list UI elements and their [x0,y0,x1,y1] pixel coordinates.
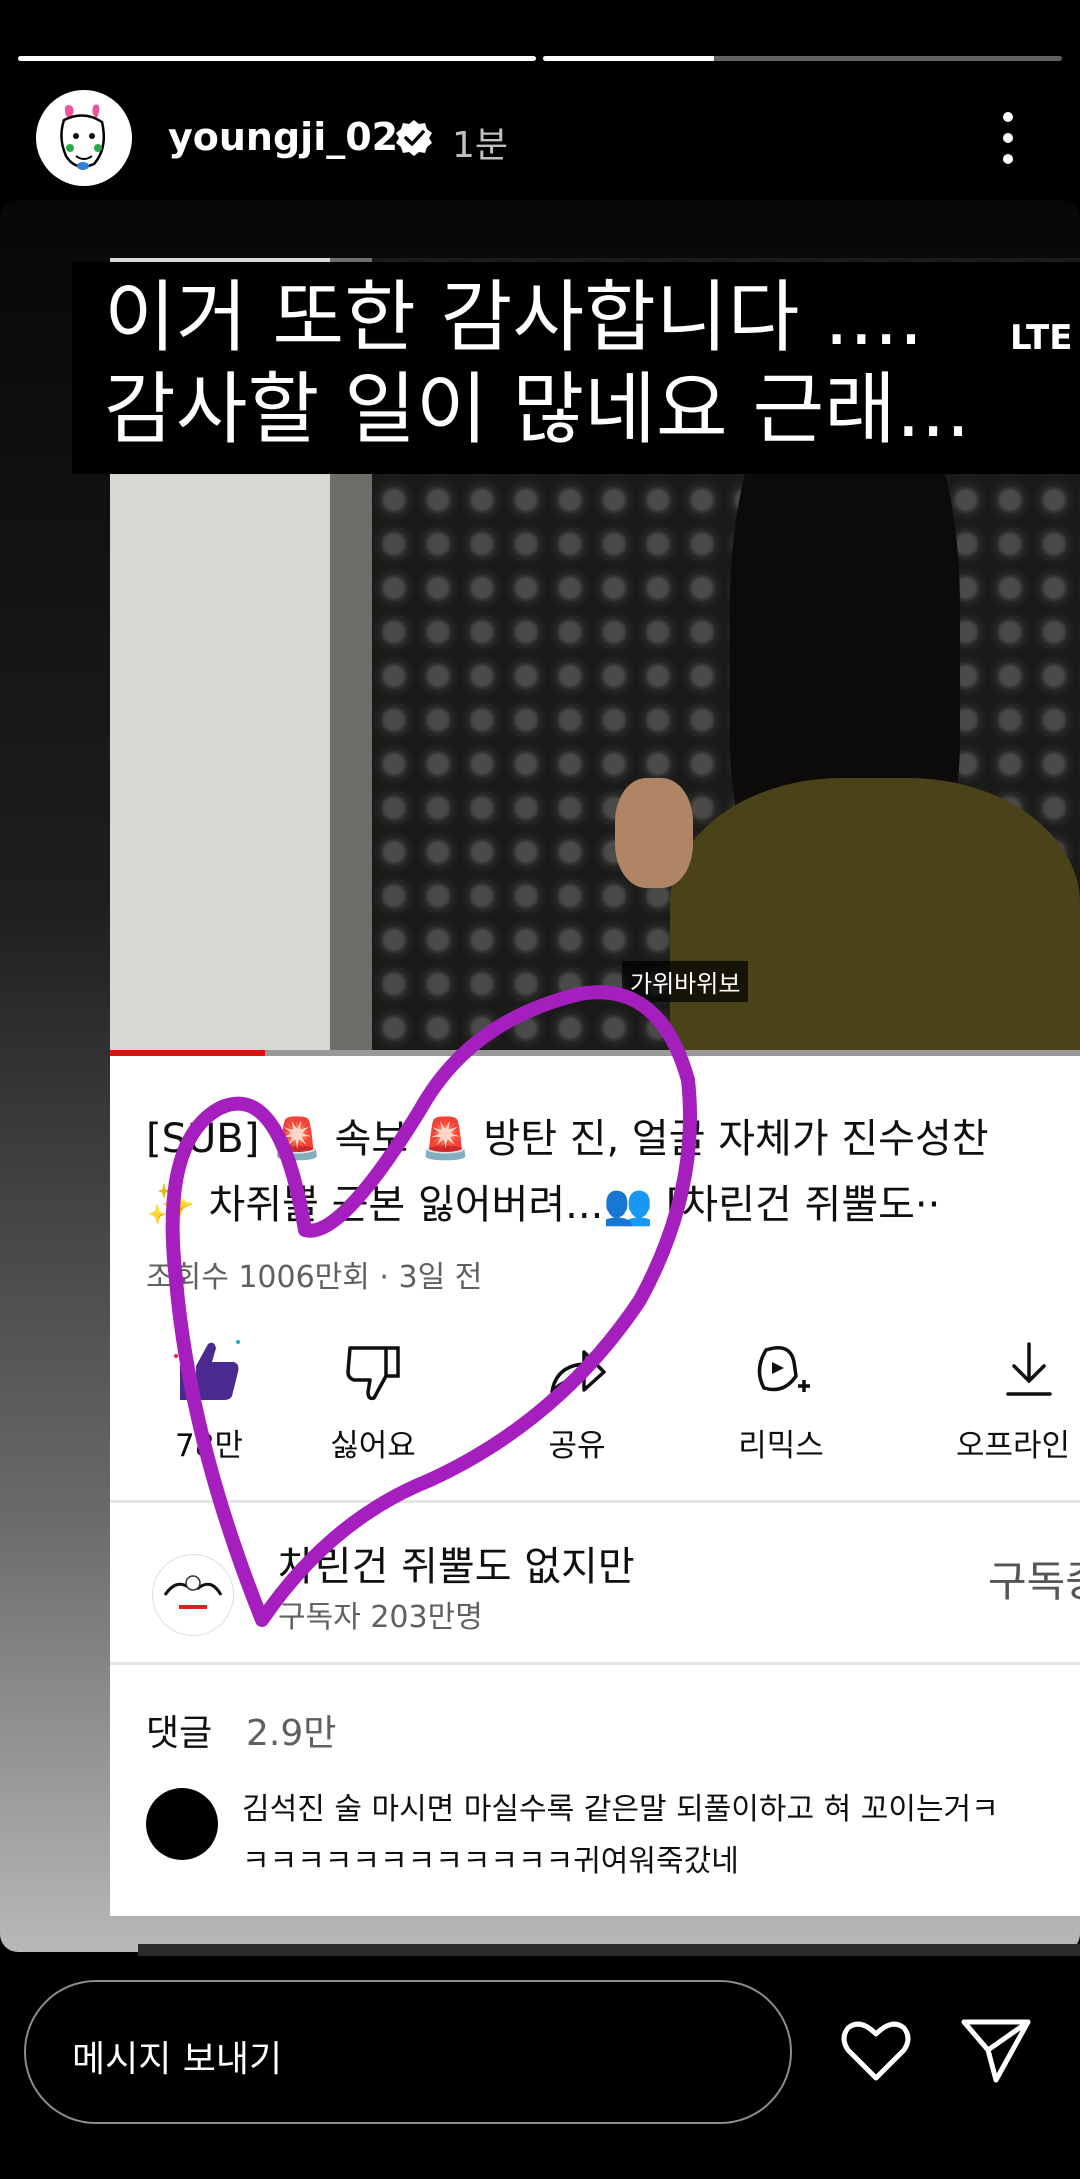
video-title-line-1: [SUB] 🚨 속보 🚨 방탄 진, 얼굴 자체가 진수성찬 [146,1116,989,1162]
comments-label: 댓글 [146,1713,213,1754]
share-label: 공유 [548,1428,606,1464]
story-username[interactable]: youngji_02 [168,115,398,159]
send-icon[interactable] [958,2014,1034,2086]
share-button[interactable]: 공유 [502,1336,652,1465]
person-body [670,778,1080,1056]
top-comment: 김석진 술 마시면 마실수록 같은말 되풀이하고 혀 꼬이는거ㅋ ㅋㅋㅋㅋㅋㅋㅋ… [242,1784,999,1888]
video-title-line-2: ✨ 차쥐뿔 근본 잃어버려...👥 [차린건 쥐뿔도·· [146,1182,941,1228]
story-progress-segment-1 [18,56,536,61]
overlay-line-1: 이거 또한 감사합니다 .... [104,273,924,363]
video-title: [SUB] 🚨 속보 🚨 방탄 진, 얼굴 자체가 진수성찬 ✨ 차쥐뿔 근본 … [146,1106,989,1238]
video-meta: 조회수 1006만회 · 3일 전 [146,1260,483,1295]
comments-count: 2.9만 [246,1713,337,1754]
offline-label: 오프라인 [956,1428,1071,1464]
top-comment-line-2: ㅋㅋㅋㅋㅋㅋㅋㅋㅋㅋㅋㅋ귀여워죽갔네 [242,1844,739,1879]
more-vertical-icon[interactable] [990,108,1026,168]
story-time-ago: 1분 [452,125,509,166]
download-icon [1006,1342,1052,1396]
dislike-button[interactable]: 싫어요 [298,1336,448,1465]
channel-avatar[interactable] [152,1554,234,1636]
youtube-info-panel: [SUB] 🚨 속보 🚨 방탄 진, 얼굴 자체가 진수성찬 ✨ 차쥐뿔 근본 … [110,1056,1080,1916]
story-progress-segment-2 [543,56,1062,61]
story-progress-fill-1 [18,56,536,61]
like-button[interactable]: 78만 [134,1336,284,1465]
next-video-strip [138,1944,1080,1956]
remix-label: 리믹스 [738,1428,824,1464]
share-icon [550,1350,606,1394]
like-count: 78만 [175,1428,243,1464]
status-lte-text: LTE [1010,318,1073,358]
thumbs-down-icon [346,1346,400,1401]
overlay-line-2: 감사할 일이 많네요 근래... [104,365,971,455]
profile-avatar[interactable] [36,90,132,186]
video-actions: 78만 싫어요 공유 리믹스 오프라인 [110,1336,1080,1526]
subscribe-button[interactable]: 구독중 [988,1548,1080,1609]
divider-channel [110,1662,1080,1665]
story-text-overlay: 이거 또한 감사합니다 .... 감사할 일이 많네요 근래... [72,262,1080,474]
thumbs-up-icon [174,1340,240,1400]
video-subtitle: 가위바위보 [622,961,749,1002]
remix-icon [757,1346,810,1392]
heart-outline-icon[interactable] [838,2016,914,2086]
dislike-label: 싫어요 [330,1428,416,1464]
commenter-avatar [146,1788,218,1860]
person-hand [615,778,693,888]
story-progress-fill-2 [543,56,715,61]
top-comment-line-1: 김석진 술 마시면 마실수록 같은말 되풀이하고 혀 꼬이는거ㅋ [242,1792,999,1827]
divider-actions [110,1500,1080,1503]
message-placeholder: 메시지 보내기 [72,2039,283,2080]
channel-name[interactable]: 차린건 쥐뿔도 없지만 [278,1534,635,1592]
channel-subscribers: 구독자 203만명 [278,1600,483,1635]
offline-button[interactable]: 오프라인 [956,1336,1080,1465]
verified-badge-icon [396,120,432,156]
remix-button[interactable]: 리믹스 [706,1336,856,1465]
